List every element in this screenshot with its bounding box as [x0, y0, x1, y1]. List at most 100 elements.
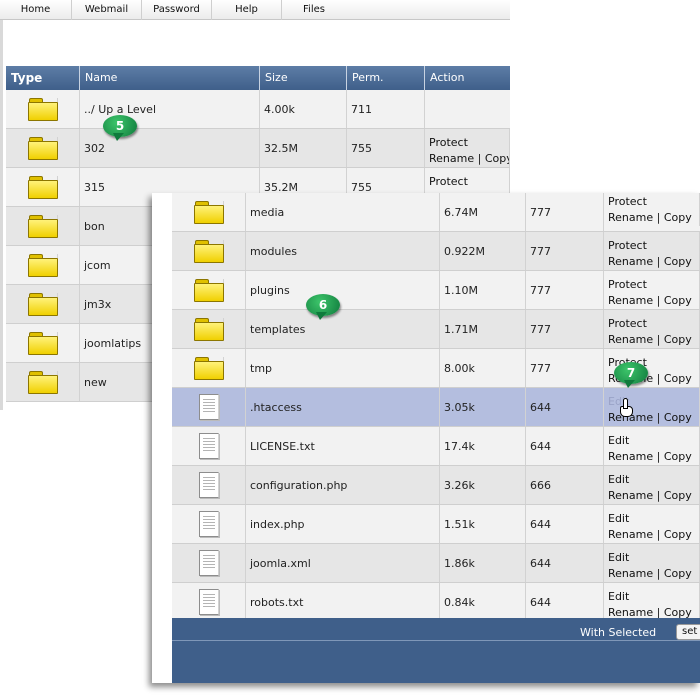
copy-link[interactable]: Copy [664, 372, 692, 385]
file-icon [198, 394, 219, 420]
action-links: ProtectRename | Copy [425, 129, 510, 167]
nav-files[interactable]: Files [282, 0, 346, 20]
nav-password[interactable]: Password [142, 0, 212, 20]
name-cell[interactable]: .htaccess [246, 388, 440, 426]
edit-link[interactable]: Edit [608, 590, 629, 603]
copy-link[interactable]: Copy [485, 152, 509, 165]
protect-link[interactable]: Protect [608, 239, 647, 252]
front-file-manager-window: media 6.74M 777 Protect Rename | Copy modules… [152, 193, 700, 683]
file-icon [198, 472, 219, 498]
name-cell[interactable]: media [246, 193, 440, 231]
copy-link[interactable]: Copy [664, 211, 692, 224]
type-cell [172, 349, 246, 387]
rename-link[interactable]: Rename [608, 489, 653, 502]
perm-cell[interactable]: 644 [526, 427, 604, 465]
perm-cell[interactable]: 777 [526, 349, 604, 387]
rename-link[interactable]: Rename [608, 450, 653, 463]
protect-link[interactable]: Protect [429, 136, 468, 149]
perm-cell[interactable]: 644 [526, 505, 604, 543]
name-cell[interactable]: joomla.xml [246, 544, 440, 582]
rename-link[interactable]: Rename [429, 152, 474, 165]
action-cell: ProtectRename | Copy [604, 193, 700, 231]
size-cell: 3.05k [440, 388, 526, 426]
nav-webmail[interactable]: Webmail [72, 0, 142, 20]
table-row: plugins 1.10M 777 Protect Rename | Copy [172, 271, 700, 310]
perm-cell[interactable]: 644 [526, 388, 604, 426]
name-cell[interactable]: index.php [246, 505, 440, 543]
type-cell [6, 90, 80, 128]
table-row: ../ Up a Level 4.00k 711 [6, 90, 510, 129]
table-row: configuration.php 3.26k 666 Edit Rename | Co… [172, 466, 700, 505]
rename-link[interactable]: Rename [608, 255, 653, 268]
name-cell[interactable]: plugins [246, 271, 440, 309]
edit-link[interactable]: Edit [608, 512, 629, 525]
copy-link[interactable]: Copy [664, 450, 692, 463]
copy-link[interactable]: Copy [664, 411, 692, 424]
type-cell [6, 168, 80, 206]
folder-icon [193, 318, 224, 341]
nav-help[interactable]: Help [212, 0, 282, 20]
top-navigation-bar: Home Webmail Password Help Files [0, 0, 510, 20]
perm-cell[interactable]: 711 [347, 90, 425, 128]
action-cell [425, 90, 510, 128]
perm-cell[interactable]: 777 [526, 193, 604, 231]
perm-cell[interactable]: 777 [526, 271, 604, 309]
rename-link[interactable]: Rename [608, 333, 653, 346]
copy-link[interactable]: Copy [664, 489, 692, 502]
table-row: index.php 1.51k 644 Edit Rename | Copy [172, 505, 700, 544]
header-size[interactable]: Size [260, 66, 347, 90]
header-type[interactable]: Type [6, 66, 80, 90]
perm-cell[interactable]: 644 [526, 583, 604, 621]
size-cell: 8.00k [440, 349, 526, 387]
type-cell [6, 207, 80, 245]
size-cell: 3.26k [440, 466, 526, 504]
rename-link[interactable]: Rename [608, 528, 653, 541]
set-button[interactable]: set [676, 624, 700, 640]
folder-icon [27, 332, 58, 355]
table-row: joomla.xml 1.86k 644 Edit Rename | Copy [172, 544, 700, 583]
perm-cell[interactable]: 755 [347, 129, 425, 167]
copy-link[interactable]: Copy [664, 255, 692, 268]
size-cell: 1.86k [440, 544, 526, 582]
action-cell: Edit Rename | Copy [604, 544, 700, 582]
perm-cell[interactable]: 777 [526, 310, 604, 348]
copy-link[interactable]: Copy [664, 333, 692, 346]
action-links: Edit Rename | Copy [604, 427, 700, 465]
rename-link[interactable]: Rename [608, 211, 653, 224]
folder-icon [27, 98, 58, 121]
perm-cell[interactable]: 777 [526, 232, 604, 270]
action-cell: ProtectRename | Copy [604, 232, 700, 270]
rename-link[interactable]: Rename [608, 567, 653, 580]
copy-link[interactable]: Copy [664, 567, 692, 580]
copy-link[interactable]: Copy [664, 528, 692, 541]
header-name[interactable]: Name [80, 66, 260, 90]
folder-icon [193, 279, 224, 302]
name-cell[interactable]: templates [246, 310, 440, 348]
type-cell [172, 193, 246, 231]
header-perm[interactable]: Perm. [347, 66, 425, 90]
name-cell[interactable]: configuration.php [246, 466, 440, 504]
name-cell[interactable]: tmp [246, 349, 440, 387]
file-icon [198, 550, 219, 576]
edit-link[interactable]: Edit [608, 473, 629, 486]
name-cell[interactable]: modules [246, 232, 440, 270]
edit-link[interactable]: Edit [608, 551, 629, 564]
name-cell[interactable]: robots.txt [246, 583, 440, 621]
name-cell[interactable]: LICENSE.txt [246, 427, 440, 465]
action-cell: ProtectRename | Copy [604, 271, 700, 309]
edit-link[interactable]: Edit [608, 434, 629, 447]
size-cell: 6.74M [440, 193, 526, 231]
perm-cell[interactable]: 644 [526, 544, 604, 582]
protect-link[interactable]: Protect [429, 175, 468, 188]
type-cell [6, 129, 80, 167]
rename-link[interactable]: Rename [608, 294, 653, 307]
perm-cell[interactable]: 666 [526, 466, 604, 504]
left-border [0, 20, 3, 410]
protect-link[interactable]: Protect [608, 317, 647, 330]
copy-link[interactable]: Copy [664, 294, 692, 307]
file-icon [198, 511, 219, 537]
protect-link[interactable]: Protect [608, 195, 647, 208]
nav-home[interactable]: Home [0, 0, 72, 20]
folder-icon [27, 176, 58, 199]
protect-link[interactable]: Protect [608, 278, 647, 291]
